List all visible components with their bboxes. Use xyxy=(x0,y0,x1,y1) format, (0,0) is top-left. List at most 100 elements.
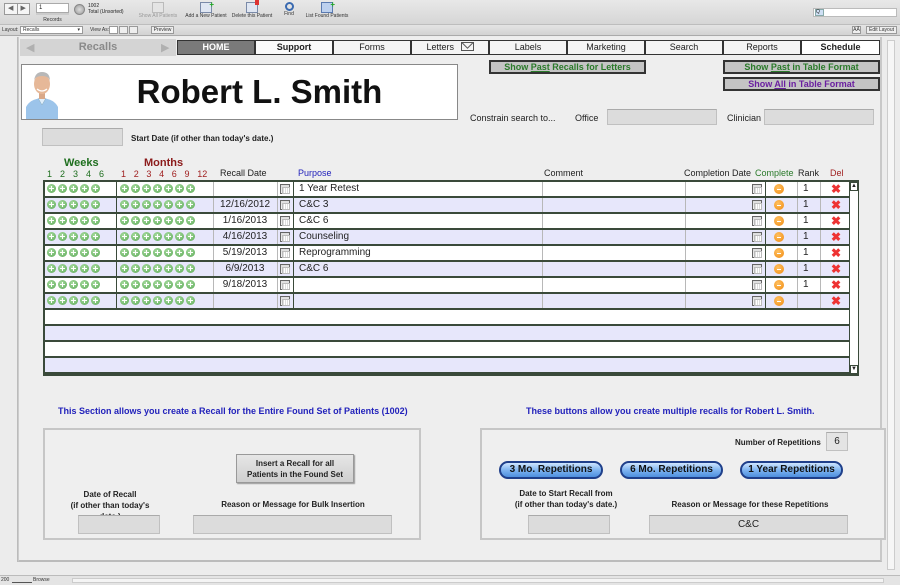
find-button[interactable]: Find xyxy=(280,2,298,17)
add-week-plus-icon[interactable] xyxy=(80,280,89,289)
completion-date-field[interactable] xyxy=(686,198,750,212)
recall-date-field[interactable]: 6/9/2013 xyxy=(213,262,277,276)
show-all-button[interactable]: Show All Patients xyxy=(138,2,178,19)
completion-date-field[interactable] xyxy=(686,214,750,228)
add-month-plus-icon[interactable] xyxy=(131,296,140,305)
scroll-down-arrow-icon[interactable]: ▼ xyxy=(850,365,858,374)
add-week-plus-icon[interactable] xyxy=(47,200,56,209)
complete-toggle-icon[interactable] xyxy=(774,264,784,274)
recall-date-calendar-icon[interactable] xyxy=(280,232,290,242)
delete-x-icon[interactable]: ✖ xyxy=(831,198,841,212)
six-month-repetitions-button[interactable]: 6 Mo. Repetitions xyxy=(620,461,723,479)
scroll-up-arrow-icon[interactable]: ▲ xyxy=(850,182,858,191)
recall-date-calendar-icon[interactable] xyxy=(280,264,290,274)
add-week-plus-icon[interactable] xyxy=(91,200,100,209)
purpose-field[interactable]: Reprogramming xyxy=(296,246,540,260)
add-month-plus-icon[interactable] xyxy=(142,296,151,305)
show-all-table-button[interactable]: Show All in Table Format xyxy=(723,77,880,91)
add-month-plus-icon[interactable] xyxy=(142,216,151,225)
add-month-plus-icon[interactable] xyxy=(186,280,195,289)
add-week-plus-icon[interactable] xyxy=(58,264,67,273)
recall-date-calendar-icon[interactable] xyxy=(280,248,290,258)
add-week-plus-icon[interactable] xyxy=(91,280,100,289)
add-week-plus-icon[interactable] xyxy=(58,232,67,241)
add-month-plus-icon[interactable] xyxy=(164,280,173,289)
add-month-plus-icon[interactable] xyxy=(142,232,151,241)
recall-date-field[interactable]: 4/16/2013 xyxy=(213,230,277,244)
add-month-plus-icon[interactable] xyxy=(120,264,129,273)
add-week-plus-icon[interactable] xyxy=(69,248,78,257)
add-week-plus-icon[interactable] xyxy=(91,248,100,257)
text-format-button[interactable]: AÂ xyxy=(852,26,861,34)
window-vertical-scrollbar[interactable] xyxy=(887,40,895,570)
purpose-field[interactable] xyxy=(296,294,540,308)
completion-date-calendar-icon[interactable] xyxy=(752,296,762,306)
add-week-plus-icon[interactable] xyxy=(69,296,78,305)
add-month-plus-icon[interactable] xyxy=(131,184,140,193)
repetitions-count-input[interactable]: 6 xyxy=(826,432,848,451)
add-month-plus-icon[interactable] xyxy=(164,232,173,241)
repetitions-reason-input[interactable]: C&C xyxy=(649,515,848,534)
add-week-plus-icon[interactable] xyxy=(47,232,56,241)
add-month-plus-icon[interactable] xyxy=(186,248,195,257)
rank-field[interactable]: 1 xyxy=(800,182,820,196)
add-month-plus-icon[interactable] xyxy=(142,248,151,257)
completion-date-field[interactable] xyxy=(686,246,750,260)
tab-home[interactable]: HOME xyxy=(177,40,255,55)
completion-date-calendar-icon[interactable] xyxy=(752,264,762,274)
add-month-plus-icon[interactable] xyxy=(186,216,195,225)
recall-date-field[interactable] xyxy=(213,294,277,308)
add-month-plus-icon[interactable] xyxy=(120,216,129,225)
add-week-plus-icon[interactable] xyxy=(69,264,78,273)
add-week-plus-icon[interactable] xyxy=(69,200,78,209)
add-week-plus-icon[interactable] xyxy=(69,184,78,193)
delete-x-icon[interactable]: ✖ xyxy=(831,278,841,292)
comment-field[interactable] xyxy=(543,246,685,260)
rank-field[interactable]: 1 xyxy=(800,214,820,228)
delete-x-icon[interactable]: ✖ xyxy=(831,230,841,244)
list-found-button[interactable]: + List Found Patients xyxy=(302,0,352,19)
purpose-field[interactable]: 1 Year Retest xyxy=(296,182,540,196)
zoom-level[interactable]: 200 xyxy=(1,577,9,583)
add-month-plus-icon[interactable] xyxy=(186,184,195,193)
recall-date-field[interactable]: 1/16/2013 xyxy=(213,214,277,228)
delete-x-icon[interactable]: ✖ xyxy=(831,182,841,196)
add-week-plus-icon[interactable] xyxy=(47,184,56,193)
add-month-plus-icon[interactable] xyxy=(175,184,184,193)
add-week-plus-icon[interactable] xyxy=(47,280,56,289)
mode-select[interactable]: Browse xyxy=(33,577,50,583)
comment-field[interactable] xyxy=(543,214,685,228)
completion-date-calendar-icon[interactable] xyxy=(752,216,762,226)
comment-field[interactable] xyxy=(543,198,685,212)
add-week-plus-icon[interactable] xyxy=(58,200,67,209)
delete-x-icon[interactable]: ✖ xyxy=(831,262,841,276)
view-as-list-button[interactable] xyxy=(119,26,128,34)
recall-date-calendar-icon[interactable] xyxy=(280,296,290,306)
add-month-plus-icon[interactable] xyxy=(131,200,140,209)
add-week-plus-icon[interactable] xyxy=(58,296,67,305)
add-month-plus-icon[interactable] xyxy=(153,216,162,225)
add-week-plus-icon[interactable] xyxy=(58,280,67,289)
add-month-plus-icon[interactable] xyxy=(175,264,184,273)
add-week-plus-icon[interactable] xyxy=(69,232,78,241)
add-month-plus-icon[interactable] xyxy=(164,200,173,209)
complete-toggle-icon[interactable] xyxy=(774,248,784,258)
tab-support[interactable]: Support xyxy=(255,40,333,55)
add-month-plus-icon[interactable] xyxy=(142,264,151,273)
recall-date-field[interactable] xyxy=(213,182,277,196)
quick-find-input[interactable]: Q xyxy=(813,8,897,17)
edit-layout-button[interactable]: Edit Layout xyxy=(866,26,897,34)
purpose-field[interactable] xyxy=(296,278,540,292)
tab-search[interactable]: Search xyxy=(645,40,723,55)
bulk-reason-input[interactable] xyxy=(193,515,392,534)
add-week-plus-icon[interactable] xyxy=(47,216,56,225)
add-month-plus-icon[interactable] xyxy=(131,216,140,225)
add-month-plus-icon[interactable] xyxy=(153,264,162,273)
add-month-plus-icon[interactable] xyxy=(153,280,162,289)
zoom-controls-icon[interactable] xyxy=(12,577,32,583)
completion-date-field[interactable] xyxy=(686,294,750,308)
add-week-plus-icon[interactable] xyxy=(91,296,100,305)
add-month-plus-icon[interactable] xyxy=(153,184,162,193)
recall-date-field[interactable]: 9/18/2013 xyxy=(213,278,277,292)
add-month-plus-icon[interactable] xyxy=(120,248,129,257)
